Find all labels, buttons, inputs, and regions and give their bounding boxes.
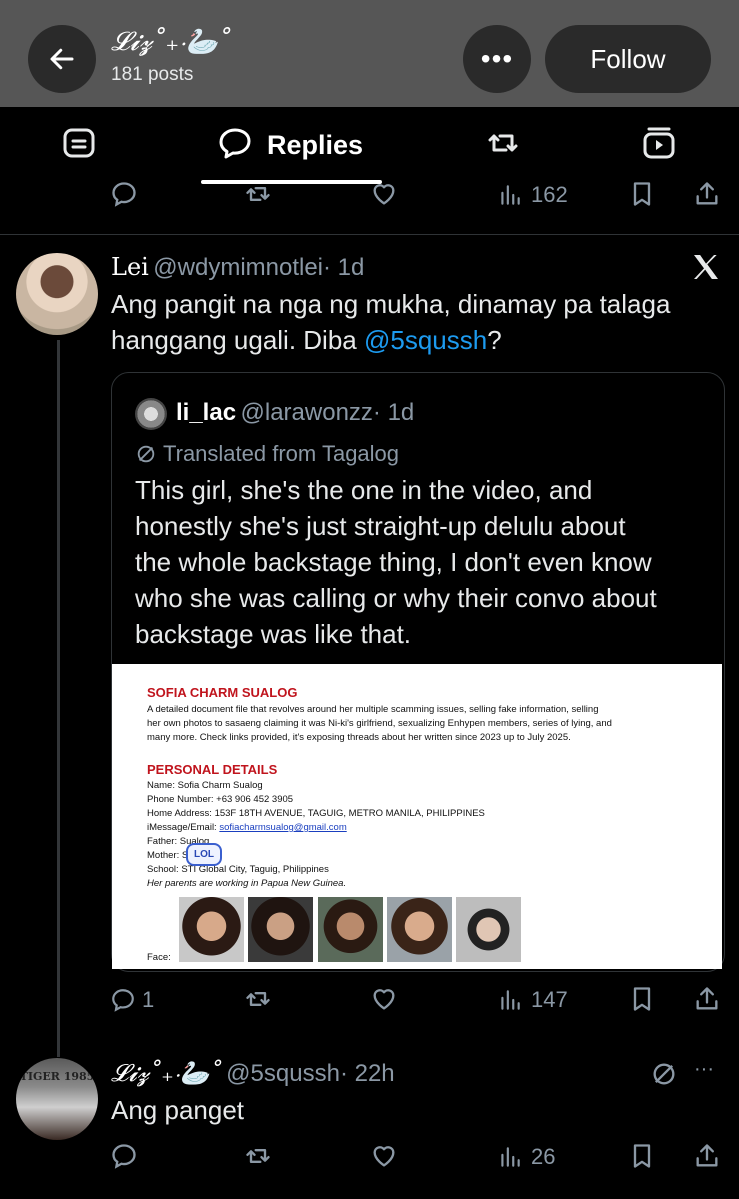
doc-line: Home Address: 153F 18TH AVENUE, TAGUIG, …: [147, 808, 485, 819]
views-icon: [501, 185, 520, 205]
views-icon: [501, 1147, 520, 1167]
author-handle[interactable]: @5squssh: [226, 1060, 340, 1087]
doc-line: Her parents are working in Papua New Gui…: [147, 878, 347, 889]
tweet-text: Ang panget: [111, 1095, 245, 1125]
profile-name: 𝓛𝓲𝔃˚₊‧🦢˚: [111, 27, 231, 57]
doc-intro: A detailed document file that revolves a…: [147, 703, 707, 745]
bookmark-icon[interactable]: [628, 180, 656, 208]
more-button[interactable]: •••: [463, 25, 531, 93]
doc-line: iMessage/Email: sofiacharmsualog@gmail.c…: [147, 821, 485, 835]
views-value: 147: [531, 987, 568, 1012]
repost-icon[interactable]: [244, 1142, 272, 1170]
doc-line: many more. Check links provided, it's ex…: [147, 732, 571, 743]
quote-line: who she was calling or why their convo a…: [135, 583, 657, 613]
tweet-text: Ang pangit na nga ng mukha, dinamay pa t…: [111, 286, 726, 358]
views-count[interactable]: 147: [497, 985, 568, 1015]
tweet-header: Lei @wdymimnotlei· 1d: [111, 253, 364, 282]
author-name[interactable]: Lei: [111, 253, 149, 281]
doc-line: Phone Number: +63 906 452 3905: [147, 794, 294, 805]
heart-icon[interactable]: [370, 1142, 398, 1170]
email-label: iMessage/Email:: [147, 822, 220, 833]
tweet-time: · 22h: [339, 1060, 395, 1087]
doc-details: Name: Sofia Charm Sualog Phone Number: +…: [147, 779, 485, 891]
quote-text: This girl, she's the one in the video, a…: [135, 472, 715, 652]
text-segment: ?: [487, 325, 502, 355]
heart-icon[interactable]: [370, 180, 398, 208]
share-icon[interactable]: [693, 1142, 721, 1170]
quote-author-name: li_lac: [176, 399, 237, 426]
face-photo: [248, 897, 313, 962]
quote-line: This girl, she's the one in the video, a…: [135, 475, 593, 505]
views-count[interactable]: 26: [497, 1142, 555, 1172]
quote-avatar: [135, 398, 167, 430]
back-button[interactable]: [28, 25, 96, 93]
more-icon[interactable]: ···: [694, 1058, 714, 1081]
repost-icon[interactable]: [244, 985, 272, 1013]
views-value: 162: [531, 182, 568, 207]
x-logo-icon: [694, 255, 718, 279]
repost-icon[interactable]: [244, 180, 272, 208]
translated-label[interactable]: Translated from Tagalog: [135, 441, 399, 467]
views-value: 26: [531, 1144, 556, 1169]
doc-line: Name: Sofia Charm Sualog: [147, 780, 263, 791]
email-link: sofiacharmsualog@gmail.com: [219, 822, 347, 833]
author-name[interactable]: 𝓛𝓲𝔃˚₊‧🦢˚: [111, 1059, 222, 1087]
thread-line: [57, 340, 60, 1057]
share-icon[interactable]: [693, 985, 721, 1013]
author-handle[interactable]: @wdymimnotlei: [153, 254, 323, 281]
tweet-text-line: hanggang ugali. Diba @5squssh?: [111, 322, 726, 358]
face-photo: [318, 897, 383, 962]
tweet-time: · 1d: [323, 254, 365, 281]
reply-icon: [112, 989, 134, 1012]
bookmark-icon[interactable]: [628, 1142, 656, 1170]
bookmark-icon[interactable]: [628, 985, 656, 1013]
replies-tab-icon[interactable]: [217, 125, 253, 161]
views-count[interactable]: 162: [497, 180, 568, 210]
avatar-shirt-text: TIGER 1985: [19, 1070, 95, 1083]
reposts-tab-icon[interactable]: [485, 125, 521, 161]
quote-time: · 1d: [372, 399, 415, 426]
divider: [0, 234, 739, 235]
follow-button[interactable]: Follow: [545, 25, 711, 93]
doc-line: A detailed document file that revolves a…: [147, 704, 599, 715]
avatar[interactable]: TIGER 1985: [16, 1058, 98, 1140]
post-count: 181 posts: [111, 64, 194, 85]
reply-icon[interactable]: [110, 1142, 138, 1170]
avatar[interactable]: [16, 253, 98, 335]
reply-count: 1: [142, 987, 155, 1012]
quote-line: honestly she's just straight-up delulu a…: [135, 511, 626, 541]
face-photo: [387, 897, 452, 962]
doc-line: her own photos to sasaeng claiming it wa…: [147, 718, 612, 729]
video-tab-icon[interactable]: [641, 125, 677, 161]
active-tab-indicator: [201, 180, 382, 184]
views-icon: [501, 990, 520, 1010]
text-segment: hanggang ugali. Diba: [111, 325, 364, 355]
reply-button[interactable]: 1: [110, 985, 154, 1015]
translated-text: Translated from Tagalog: [163, 441, 400, 466]
quote-line: the whole backstage thing, I don't even …: [135, 547, 652, 577]
quote-header: li_lac @larawonzz· 1d: [176, 399, 414, 427]
doc-section-title: PERSONAL DETAILS: [147, 762, 278, 777]
tweet-header: 𝓛𝓲𝔃˚₊‧🦢˚ @5squssh· 22h: [111, 1059, 395, 1088]
lol-sticker: LOL: [186, 843, 222, 866]
posts-tab-icon[interactable]: [61, 125, 97, 161]
share-icon[interactable]: [693, 180, 721, 208]
translate-icon: [137, 445, 155, 463]
face-label: Face:: [147, 952, 171, 963]
doc-title: SOFIA CHARM SUALOG: [147, 685, 298, 700]
face-photo: [456, 897, 521, 962]
tab-replies[interactable]: Replies: [267, 130, 363, 161]
mention-link[interactable]: @5squssh: [364, 325, 487, 355]
face-photo: [179, 897, 244, 962]
tab-bar: [0, 107, 739, 185]
quote-line: backstage was like that.: [135, 619, 412, 649]
tweet-text-line: Ang pangit na nga ng mukha, dinamay pa t…: [111, 289, 671, 319]
reply-icon[interactable]: [110, 180, 138, 208]
heart-icon[interactable]: [370, 985, 398, 1013]
quote-author-handle: @larawonzz: [240, 399, 373, 426]
arrow-left-icon: [50, 48, 74, 70]
translate-icon[interactable]: [650, 1060, 678, 1088]
